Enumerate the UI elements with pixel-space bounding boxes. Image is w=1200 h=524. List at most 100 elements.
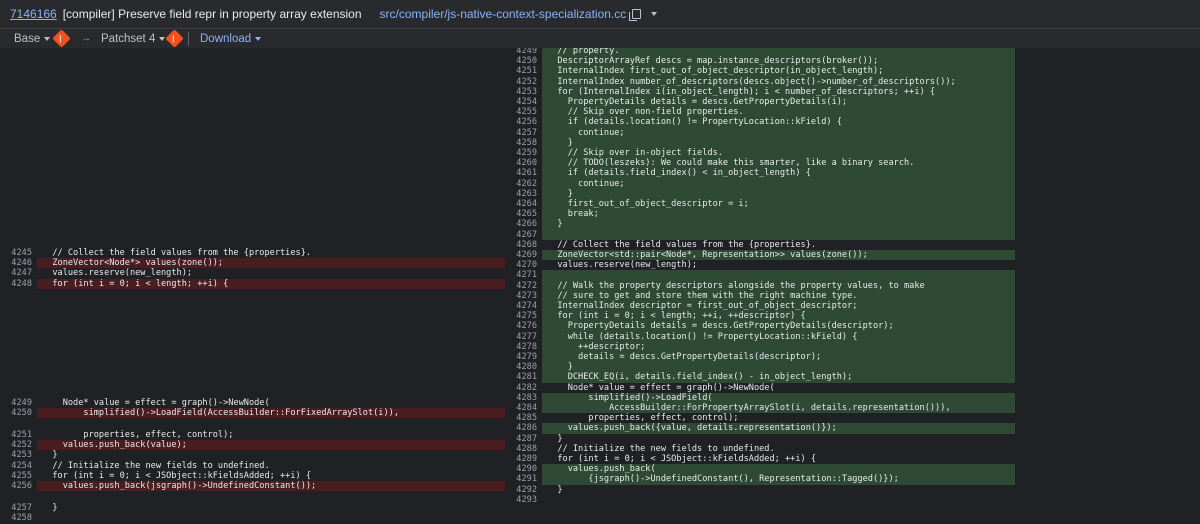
line-number[interactable]: 4292 — [505, 485, 541, 495]
chevron-down-icon — [255, 36, 262, 41]
git-icon — [52, 29, 71, 48]
inserted-code-line: AccessBuilder::ForPropertyArraySlot(i, d… — [542, 403, 1015, 414]
line-number[interactable]: 4263 — [505, 189, 541, 199]
line-number[interactable]: 4253 — [0, 450, 36, 460]
line-number[interactable]: 4249 — [0, 398, 36, 408]
context-code-line: // Initialize the new fields to undefine… — [547, 443, 775, 454]
context-code-line: } — [547, 484, 563, 495]
chevron-down-icon[interactable] — [651, 12, 658, 16]
line-number[interactable]: 4277 — [505, 332, 541, 342]
context-code-line: Node* value = effect = graph()->NewNode( — [42, 398, 270, 408]
line-number[interactable]: 4254 — [505, 97, 541, 107]
inserted-code-line: } — [542, 362, 1015, 373]
arrow-right-icon: → — [81, 33, 91, 44]
copy-icon[interactable] — [629, 9, 642, 21]
line-number[interactable]: 4246 — [0, 258, 36, 268]
line-number[interactable]: 4256 — [505, 117, 541, 127]
line-number[interactable]: 4250 — [505, 56, 541, 66]
line-number[interactable]: 4270 — [505, 260, 541, 270]
inserted-code-line: simplified()->LoadField( — [542, 392, 1015, 403]
line-number[interactable]: 4275 — [505, 311, 541, 321]
line-number[interactable]: 4247 — [0, 268, 36, 278]
file-path-link[interactable]: src/compiler/js-native-context-specializ… — [380, 7, 627, 21]
line-number[interactable]: 4268 — [505, 240, 541, 250]
line-number[interactable]: 4260 — [505, 158, 541, 168]
toolbar-divider — [188, 32, 189, 46]
line-number[interactable]: 4287 — [505, 434, 541, 444]
context-code-line: for (int i = 0; i < JSObject::kFieldsAdd… — [42, 470, 312, 481]
inserted-code-line: // Skip over non-field properties. — [542, 107, 1015, 118]
line-number[interactable]: 4257 — [505, 128, 541, 138]
inserted-code-line: if (details.location() != PropertyLocati… — [542, 117, 1015, 128]
context-code-line: properties, effect, control); — [42, 430, 234, 440]
line-number[interactable]: 4280 — [505, 362, 541, 372]
inserted-code-line — [542, 270, 1015, 281]
patchset-toolbar: Base → Patchset 4 Download — [0, 29, 1200, 48]
git-icon — [165, 29, 184, 48]
line-number[interactable]: 4274 — [505, 301, 541, 311]
base-selector[interactable]: Base — [14, 33, 51, 45]
line-number[interactable]: 4293 — [505, 495, 541, 505]
line-number[interactable]: 4276 — [505, 321, 541, 331]
line-number[interactable]: 4272 — [505, 281, 541, 291]
line-number[interactable]: 4261 — [505, 168, 541, 178]
line-number[interactable]: 4265 — [505, 209, 541, 219]
line-number[interactable]: 4255 — [0, 471, 36, 481]
side-by-side-diff: 4245 // Collect the field values from th… — [0, 48, 1200, 524]
line-number[interactable]: 4255 — [505, 107, 541, 117]
line-number[interactable]: 4267 — [505, 230, 541, 240]
line-number[interactable]: 4245 — [0, 248, 36, 258]
download-label: Download — [200, 32, 252, 45]
line-number[interactable]: 4264 — [505, 199, 541, 209]
line-number[interactable]: 4271 — [505, 270, 541, 280]
line-number[interactable]: 4279 — [505, 352, 541, 362]
line-number[interactable]: 4285 — [505, 413, 541, 423]
inserted-code-line — [542, 229, 1015, 240]
patchset-selector[interactable]: Patchset 4 — [101, 33, 166, 45]
line-number[interactable]: 4291 — [505, 474, 541, 484]
inserted-code-line: if (details.field_index() < in_object_le… — [542, 168, 1015, 179]
line-number[interactable]: 4248 — [0, 279, 36, 289]
chevron-down-icon — [44, 36, 51, 41]
line-number[interactable]: 4249 — [505, 48, 541, 56]
line-number[interactable]: 4282 — [505, 383, 541, 393]
line-number[interactable]: 4283 — [505, 393, 541, 403]
line-number[interactable]: 4290 — [505, 464, 541, 474]
context-code-line — [542, 495, 1015, 505]
line-number[interactable]: 4289 — [505, 454, 541, 464]
line-number[interactable]: 4254 — [0, 461, 36, 471]
inserted-code-line: // sure to get and store them with the r… — [542, 290, 1015, 301]
line-number[interactable]: 4281 — [505, 372, 541, 382]
deleted-code-line: simplified()->LoadField(AccessBuilder::F… — [37, 408, 505, 419]
line-number[interactable]: 4286 — [505, 423, 541, 433]
line-number[interactable]: 4251 — [505, 66, 541, 76]
inserted-code-line: // Skip over in-object fields. — [542, 148, 1015, 159]
line-number[interactable]: 4266 — [505, 219, 541, 229]
line-number[interactable]: 4256 — [0, 481, 36, 491]
line-number[interactable]: 4252 — [0, 440, 36, 450]
line-number[interactable]: 4288 — [505, 444, 541, 454]
line-number[interactable]: 4252 — [505, 77, 541, 87]
inserted-code-line: first_out_of_object_descriptor = i; — [542, 199, 1015, 210]
line-number[interactable]: 4258 — [505, 138, 541, 148]
inserted-code-line: details = descs.GetPropertyDetails(descr… — [542, 352, 1015, 363]
line-number[interactable]: 4278 — [505, 342, 541, 352]
line-number[interactable]: 4273 — [505, 291, 541, 301]
line-number[interactable]: 4259 — [505, 148, 541, 158]
download-button[interactable]: Download — [200, 32, 262, 45]
line-number[interactable]: 4251 — [0, 430, 36, 440]
line-number[interactable]: 4258 — [0, 513, 36, 523]
inserted-code-line: while (details.location() != PropertyLoc… — [542, 331, 1015, 342]
diff-left-base: 4245 // Collect the field values from th… — [0, 48, 505, 524]
line-number[interactable]: 4257 — [0, 503, 36, 513]
line-number[interactable]: 4269 — [505, 250, 541, 260]
inserted-code-line: continue; — [542, 178, 1015, 189]
inserted-code-line: ZoneVector<std::pair<Node*, Representati… — [542, 250, 1015, 261]
line-number[interactable]: 4250 — [0, 408, 36, 418]
change-subject: [compiler] Preserve field repr in proper… — [62, 7, 362, 21]
line-number[interactable]: 4253 — [505, 87, 541, 97]
inserted-code-line: ++descriptor; — [542, 341, 1015, 352]
line-number[interactable]: 4284 — [505, 403, 541, 413]
line-number[interactable]: 4262 — [505, 179, 541, 189]
change-number-link[interactable]: 7146166 — [10, 7, 57, 21]
